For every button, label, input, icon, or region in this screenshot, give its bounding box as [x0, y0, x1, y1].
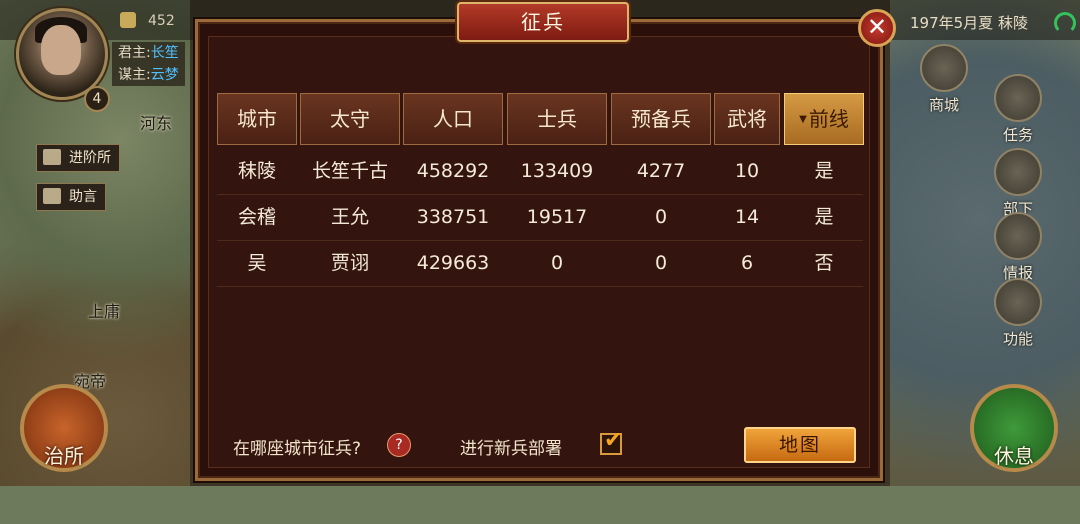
cell-governor: 长笙千古 [311, 160, 388, 182]
resource-value: 452 [148, 13, 175, 29]
advice-button[interactable]: 助言 [36, 183, 106, 211]
gear-icon [994, 278, 1042, 326]
level-badge: 4 [84, 86, 110, 112]
checkmark-icon: ✔ [604, 428, 623, 453]
column-header-governor[interactable]: 太守 [300, 93, 400, 145]
avatar-face [41, 25, 81, 75]
cell-governor: 王允 [330, 206, 369, 228]
governance-button[interactable]: 治所 [20, 384, 108, 472]
map-button[interactable]: 地图 [744, 427, 856, 463]
column-header-population[interactable]: 人口 [403, 93, 503, 145]
conscription-question: 在哪座城市征兵? [233, 439, 362, 459]
column-header-generals[interactable]: 武将 [714, 93, 780, 145]
cell-governor: 贾诩 [330, 252, 369, 274]
subordinates-button[interactable]: 部下 [994, 148, 1042, 219]
lord-label: 君主: [118, 45, 151, 61]
column-header-frontline[interactable]: ▼ 前线 [784, 93, 864, 145]
shop-icon [920, 44, 968, 92]
cell-generals: 6 [740, 252, 754, 274]
advisor-label: 谋主: [118, 67, 151, 83]
network-icon [1054, 12, 1076, 34]
general-icon [994, 148, 1042, 196]
close-button[interactable]: ✕ [858, 9, 896, 47]
cell-city: 吴 [247, 252, 267, 274]
resource-counter: 452 [120, 12, 175, 29]
dialog-title: 征兵 [457, 2, 629, 42]
rest-label: 休息 [994, 444, 1034, 468]
rest-button[interactable]: 休息 [970, 384, 1058, 472]
table-row[interactable]: 吴 贾诩 429663 0 0 6 否 [217, 240, 863, 287]
advice-label: 助言 [69, 189, 97, 205]
advance-label: 进阶所 [69, 150, 111, 166]
scroll-icon [994, 74, 1042, 122]
advance-button[interactable]: 进阶所 [36, 144, 120, 172]
functions-button[interactable]: 功能 [994, 278, 1042, 349]
map-label-hedong[interactable]: 河东 [140, 110, 172, 134]
cell-frontline: 是 [814, 206, 834, 228]
lord-name[interactable]: 长笙 [151, 45, 179, 61]
cell-population: 338751 [416, 206, 490, 228]
date-location: 197年5月夏 秣陵 [910, 14, 1028, 32]
cell-city: 秣陵 [237, 160, 276, 182]
column-header-soldiers[interactable]: 士兵 [507, 93, 607, 145]
tasks-label: 任务 [1002, 126, 1033, 144]
functions-label: 功能 [1002, 330, 1033, 348]
help-icon[interactable]: ? [387, 433, 411, 457]
cell-generals: 14 [734, 206, 760, 228]
building-icon [43, 149, 61, 165]
cell-frontline: 否 [814, 252, 834, 274]
table-row[interactable]: 秣陵 长笙千古 458292 133409 4277 10 是 [217, 148, 863, 195]
gold-icon [120, 12, 136, 28]
cell-soldiers: 133409 [520, 160, 594, 182]
column-header-city[interactable]: 城市 [217, 93, 297, 145]
cell-population: 458292 [416, 160, 490, 182]
cell-soldiers: 0 [550, 252, 564, 274]
cell-generals: 10 [734, 160, 760, 182]
table-row[interactable]: 会稽 王允 338751 19517 0 14 是 [217, 194, 863, 241]
deploy-checkbox[interactable]: ✔ [600, 428, 622, 455]
cell-soldiers: 19517 [526, 206, 588, 228]
advisor-name[interactable]: 云梦 [151, 67, 179, 83]
column-header-frontline-label: 前线 [808, 107, 849, 131]
shop-button[interactable]: 商城 [920, 44, 968, 115]
column-header-reserve[interactable]: 预备兵 [611, 93, 711, 145]
tasks-button[interactable]: 任务 [994, 74, 1042, 145]
cell-reserve: 0 [654, 206, 668, 228]
shop-label: 商城 [928, 96, 959, 114]
document-icon [994, 212, 1042, 260]
governance-label: 治所 [44, 444, 84, 468]
deploy-label: 进行新兵部署 [460, 439, 562, 459]
cell-reserve: 0 [654, 252, 668, 274]
sort-arrow-icon: ▼ [799, 114, 807, 125]
cell-frontline: 是 [814, 160, 834, 182]
book-icon [43, 188, 61, 204]
cell-reserve: 4277 [636, 160, 686, 182]
intel-button[interactable]: 情报 [994, 212, 1042, 283]
cell-city: 会稽 [237, 206, 276, 228]
close-icon: ✕ [866, 13, 888, 41]
cell-population: 429663 [416, 252, 490, 274]
map-label-shangyong[interactable]: 上庸 [88, 298, 120, 322]
lord-info: 君主:长笙 谋主:云梦 [112, 42, 185, 86]
